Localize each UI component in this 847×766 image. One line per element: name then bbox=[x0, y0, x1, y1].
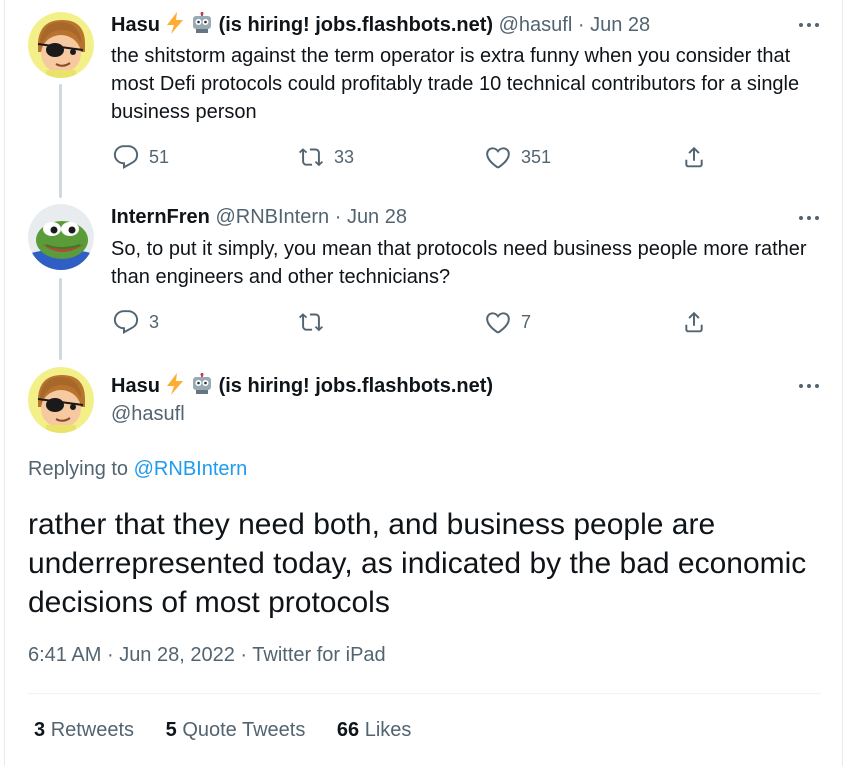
share-button[interactable] bbox=[681, 143, 717, 171]
replying-to: Replying to @RNBIntern bbox=[28, 458, 247, 481]
replying-to-link[interactable]: @RNBIntern bbox=[134, 458, 248, 480]
retweet-button[interactable] bbox=[298, 308, 334, 336]
avatar[interactable] bbox=[28, 204, 94, 270]
robot-emoji-icon bbox=[191, 373, 213, 401]
like-button[interactable]: 351 bbox=[485, 143, 551, 171]
display-name-suffix[interactable]: (is hiring! jobs.flashbots.net) bbox=[219, 375, 493, 397]
retweet-icon bbox=[298, 313, 324, 332]
heart-icon bbox=[486, 147, 510, 169]
more-dots-icon[interactable] bbox=[797, 373, 821, 397]
retweet-icon bbox=[298, 148, 324, 167]
separator: · bbox=[577, 14, 585, 36]
avatar[interactable] bbox=[28, 367, 94, 433]
retweet-count: 33 bbox=[334, 146, 355, 167]
main-tweet-handle: @hasufl bbox=[111, 402, 185, 426]
user-handle[interactable]: @hasufl bbox=[111, 403, 185, 425]
likes-count: 66 bbox=[336, 719, 360, 741]
thread-line bbox=[59, 278, 62, 360]
thread-line bbox=[59, 84, 62, 198]
main-tweet-text: rather that they need both, and business… bbox=[28, 508, 807, 619]
more-dots-icon[interactable] bbox=[797, 12, 821, 36]
lightning-emoji-icon bbox=[165, 373, 185, 401]
lightning-emoji-icon bbox=[165, 12, 185, 40]
retweets-stat[interactable]: 3 Retweets bbox=[34, 719, 134, 741]
tweet-meta: 6:41 AM · Jun 28, 2022 · Twitter for iPa… bbox=[28, 644, 386, 667]
tweet-text: So, to put it simply, you mean that prot… bbox=[111, 238, 807, 288]
like-count: 7 bbox=[521, 311, 532, 332]
user-handle[interactable]: @hasufl bbox=[499, 14, 573, 36]
heart-icon bbox=[486, 312, 510, 334]
share-icon bbox=[685, 311, 703, 333]
tweet-time[interactable]: 6:41 AM bbox=[28, 644, 101, 666]
share-button[interactable] bbox=[681, 308, 717, 336]
main-tweet-header: Hasu (is hiring! jobs.flashbots.net) bbox=[111, 373, 493, 401]
divider bbox=[28, 693, 821, 694]
retweet-button[interactable]: 33 bbox=[298, 143, 354, 171]
like-button[interactable]: 7 bbox=[485, 308, 531, 336]
display-name[interactable]: Hasu bbox=[111, 375, 160, 397]
tweet-stats: 3 Retweets 5 Quote Tweets 66 Likes bbox=[34, 719, 437, 742]
likes-label: Likes bbox=[364, 719, 412, 741]
display-name[interactable]: Hasu bbox=[111, 14, 160, 36]
retweets-label: Retweets bbox=[50, 719, 135, 741]
separator: · bbox=[334, 206, 342, 228]
tweet-date[interactable]: Jun 28 bbox=[347, 206, 407, 228]
reply-icon bbox=[113, 145, 139, 169]
reply-count: 51 bbox=[149, 146, 170, 167]
likes-stat[interactable]: 66 Likes bbox=[337, 719, 412, 741]
more-dots-icon[interactable] bbox=[797, 205, 821, 229]
separator: · bbox=[240, 644, 248, 666]
reply-count: 3 bbox=[149, 311, 160, 332]
quote-tweets-stat[interactable]: 5 Quote Tweets bbox=[166, 719, 306, 741]
user-handle[interactable]: @RNBIntern bbox=[215, 206, 329, 228]
separator: · bbox=[106, 644, 114, 666]
reply-button[interactable]: 51 bbox=[113, 143, 169, 171]
quote-tweets-count: 5 bbox=[165, 719, 177, 741]
replying-to-prefix: Replying to bbox=[28, 458, 129, 480]
display-name-suffix[interactable]: (is hiring! jobs.flashbots.net) bbox=[219, 14, 493, 36]
tweet-header: Hasu (is hiring! jobs.flashbots.net) @ha… bbox=[111, 12, 650, 40]
tweet-full-date[interactable]: Jun 28, 2022 bbox=[119, 644, 235, 666]
quote-tweets-label: Quote Tweets bbox=[182, 719, 306, 741]
tweet-source[interactable]: Twitter for iPad bbox=[252, 644, 385, 666]
avatar[interactable] bbox=[28, 12, 94, 78]
reply-icon bbox=[113, 310, 139, 334]
like-count: 351 bbox=[521, 146, 552, 167]
tweet-date[interactable]: Jun 28 bbox=[590, 14, 650, 36]
share-icon bbox=[685, 146, 703, 168]
tweet-header: InternFren @RNBIntern · Jun 28 bbox=[111, 205, 407, 229]
retweets-count: 3 bbox=[34, 719, 46, 741]
tweet-text: the shitstorm against the term operator … bbox=[111, 45, 800, 123]
display-name[interactable]: InternFren bbox=[111, 206, 210, 228]
reply-button[interactable]: 3 bbox=[113, 308, 159, 336]
robot-emoji-icon bbox=[191, 12, 213, 40]
